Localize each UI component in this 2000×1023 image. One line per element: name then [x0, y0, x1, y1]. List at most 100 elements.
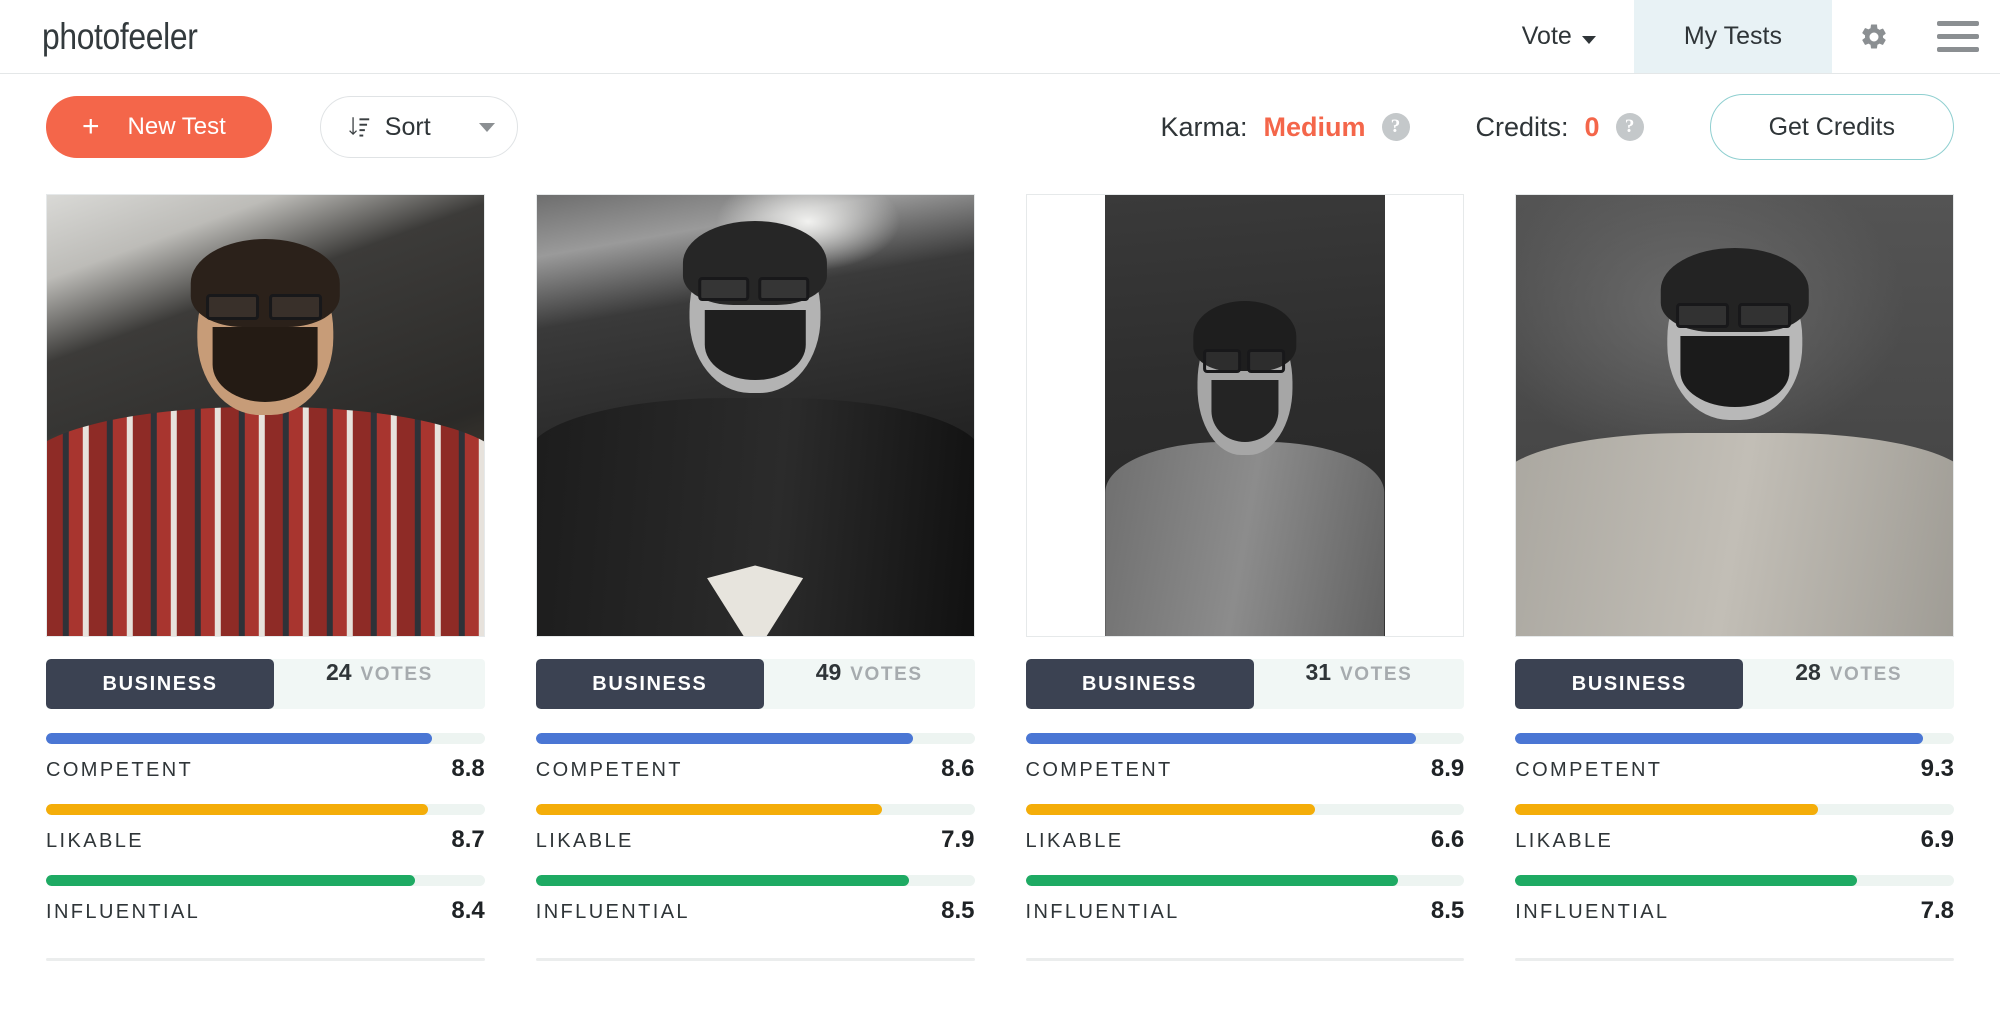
score-meta: LIKABLE 7.9 [536, 826, 975, 854]
score-list: COMPETENT 8.6 LIKABLE 7.9 INFLUENTIAL 8.… [535, 733, 975, 946]
score-track [1515, 804, 1954, 815]
test-photo[interactable] [1105, 195, 1385, 636]
score-fill [46, 733, 433, 744]
score-row: INFLUENTIAL 8.5 [535, 875, 975, 925]
toolbar: + New Test Sort Karma: Medium ? Credits:… [0, 74, 2000, 180]
credits-help-icon[interactable]: ? [1615, 113, 1644, 141]
score-meta: INFLUENTIAL 8.5 [1026, 897, 1465, 925]
settings-button[interactable] [1832, 0, 1916, 73]
get-credits-button[interactable]: Get Credits [1709, 94, 1954, 160]
score-track [46, 733, 485, 744]
photo-beard [704, 309, 806, 381]
photo-torso [47, 406, 484, 636]
test-type-tab[interactable]: BUSINESS [46, 659, 275, 709]
test-photo[interactable] [47, 195, 484, 636]
votes-area: 28 VOTES [1743, 659, 1954, 709]
card-type-bar: BUSINESS 49 VOTES [535, 659, 975, 709]
score-value: 8.9 [1430, 755, 1465, 782]
test-photo[interactable] [1516, 195, 1953, 636]
score-row: COMPETENT 8.8 [46, 733, 485, 783]
score-label: LIKABLE [535, 830, 634, 852]
score-value: 8.4 [451, 897, 485, 924]
test-card[interactable]: BUSINESS 49 VOTES COMPETENT 8.6 LIKABLE … [535, 194, 975, 961]
score-meta: INFLUENTIAL 8.4 [46, 897, 485, 925]
plus-icon: + [82, 110, 100, 143]
score-row: INFLUENTIAL 8.4 [46, 875, 485, 925]
votes-area: 49 VOTES [764, 659, 975, 709]
brand-logo[interactable]: photofeeler [0, 0, 223, 73]
score-label: COMPETENT [1025, 759, 1173, 781]
score-value: 6.6 [1430, 826, 1465, 853]
photo-beard [1680, 336, 1790, 407]
test-type-tab[interactable]: BUSINESS [1025, 659, 1254, 709]
hamburger-icon [1937, 21, 1979, 52]
score-track [1025, 804, 1465, 815]
header-spacer [223, 0, 1484, 73]
score-row: INFLUENTIAL 7.8 [1515, 875, 1954, 925]
brand-name: photofeeler [42, 15, 198, 57]
score-track [535, 804, 975, 815]
score-track [1025, 733, 1465, 744]
photo-torso [1105, 441, 1385, 636]
score-track [535, 875, 975, 886]
score-row: COMPETENT 9.3 [1515, 733, 1954, 783]
score-label: INFLUENTIAL [535, 901, 690, 923]
votes-count: 28 [1795, 659, 1821, 685]
nav-item-my-tests[interactable]: My Tests [1633, 0, 1832, 73]
new-test-label: New Test [127, 113, 226, 140]
nav-item-vote[interactable]: Vote [1484, 0, 1634, 73]
test-card[interactable]: BUSINESS 31 VOTES COMPETENT 8.9 LIKABLE … [1025, 194, 1465, 961]
photo-frame[interactable] [535, 194, 975, 637]
photo-frame[interactable] [46, 194, 485, 637]
test-type-tab[interactable]: BUSINESS [1515, 659, 1744, 709]
score-fill [1515, 733, 1924, 744]
score-track [1515, 733, 1954, 744]
score-fill [46, 875, 415, 886]
test-card[interactable]: BUSINESS 28 VOTES COMPETENT 9.3 LIKABLE … [1515, 194, 1954, 961]
score-value: 7.8 [1920, 897, 1954, 924]
sort-button[interactable]: Sort [319, 96, 518, 158]
test-type-tab[interactable]: BUSINESS [535, 659, 764, 709]
score-meta: LIKABLE 6.9 [1515, 826, 1954, 854]
score-fill [535, 804, 883, 815]
sort-label: Sort [384, 112, 431, 141]
votes-count: 49 [815, 659, 842, 685]
score-fill [1515, 804, 1818, 815]
karma-help-icon[interactable]: ? [1381, 113, 1410, 141]
photo-frame[interactable] [1025, 194, 1465, 637]
score-fill [46, 804, 428, 815]
votes-count: 31 [1305, 659, 1332, 685]
score-label: INFLUENTIAL [1025, 901, 1180, 923]
score-list: COMPETENT 8.8 LIKABLE 8.7 INFLUENTIAL 8.… [46, 733, 485, 946]
score-value: 8.8 [451, 755, 485, 782]
score-track [1025, 875, 1465, 886]
score-meta: COMPETENT 8.6 [536, 755, 975, 783]
score-fill [1025, 733, 1416, 744]
new-test-button[interactable]: + New Test [46, 96, 272, 158]
score-fill [535, 875, 909, 886]
score-meta: LIKABLE 6.6 [1026, 826, 1465, 854]
card-type-bar: BUSINESS 24 VOTES [46, 659, 485, 709]
score-row: COMPETENT 8.6 [535, 733, 975, 783]
score-row: LIKABLE 6.6 [1025, 804, 1465, 854]
photo-frame[interactable] [1515, 194, 1954, 637]
score-label: INFLUENTIAL [46, 901, 201, 923]
test-photo[interactable] [536, 195, 974, 636]
photo-torso [1516, 433, 1953, 636]
card-divider [535, 958, 975, 961]
photo-glasses-icon [1675, 303, 1794, 329]
menu-button[interactable] [1916, 0, 2000, 73]
credits-stat: Credits: 0 ? [1476, 112, 1644, 143]
karma-label: Karma: [1160, 111, 1248, 142]
score-track [46, 804, 485, 815]
credits-value: 0 [1584, 111, 1600, 142]
score-label: LIKABLE [46, 830, 144, 852]
score-track [535, 733, 975, 744]
score-meta: COMPETENT 8.9 [1026, 755, 1465, 783]
test-card[interactable]: BUSINESS 24 VOTES COMPETENT 8.8 LIKABLE … [46, 194, 485, 961]
card-divider [46, 958, 485, 961]
score-track [46, 875, 485, 886]
score-track [1515, 875, 1954, 886]
test-card-grid: BUSINESS 24 VOTES COMPETENT 8.8 LIKABLE … [0, 180, 2000, 961]
score-meta: COMPETENT 9.3 [1515, 755, 1954, 783]
